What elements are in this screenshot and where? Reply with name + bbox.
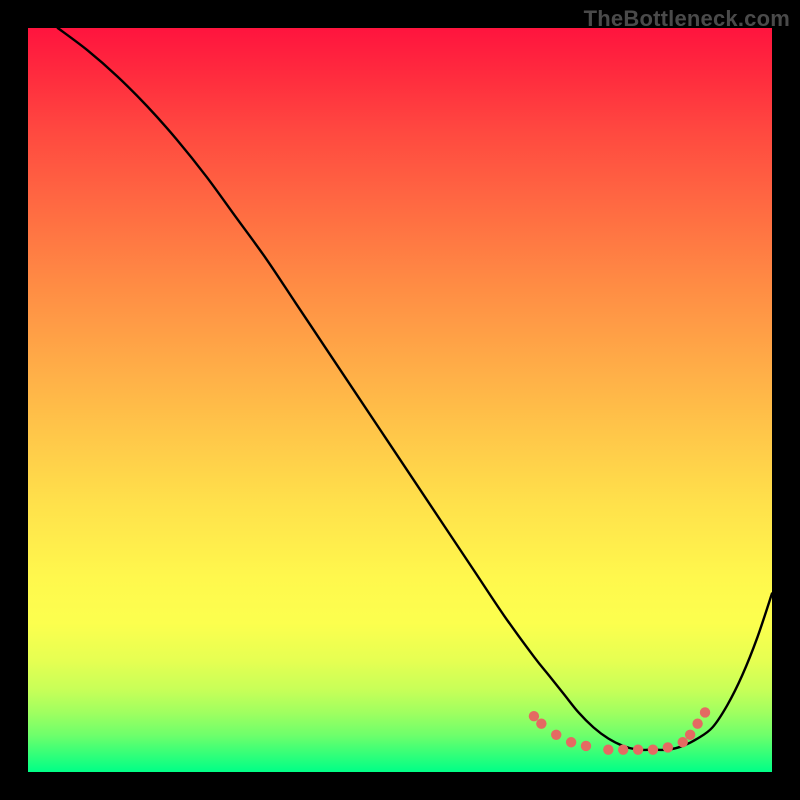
plot-svg [28, 28, 772, 772]
highlight-dot [692, 718, 702, 728]
highlight-dot [700, 707, 710, 717]
highlight-dot [663, 742, 673, 752]
highlight-dot [678, 737, 688, 747]
chart-area [28, 28, 772, 772]
highlight-dot [603, 744, 613, 754]
highlight-dot [566, 737, 576, 747]
highlight-dot [648, 744, 658, 754]
highlight-dots [529, 707, 711, 755]
bottleneck-curve [58, 28, 772, 750]
highlight-dot [618, 744, 628, 754]
highlight-dot [529, 711, 539, 721]
highlight-dot [633, 744, 643, 754]
highlight-dot [581, 741, 591, 751]
highlight-dot [685, 730, 695, 740]
highlight-dot [536, 718, 546, 728]
highlight-dot [551, 730, 561, 740]
watermark-text: TheBottleneck.com [584, 6, 790, 32]
